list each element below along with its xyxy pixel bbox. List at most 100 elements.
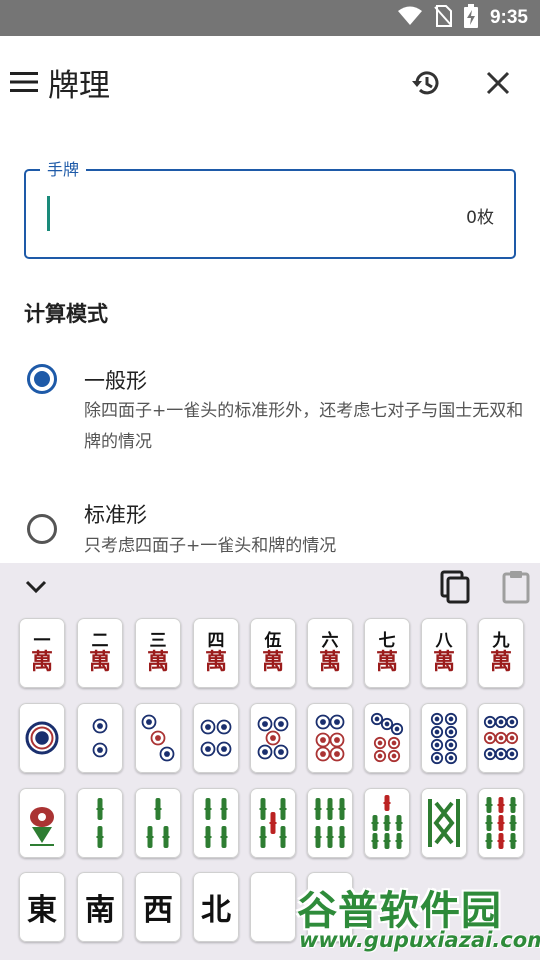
tile-numeral: 四 [207,631,225,651]
circle-suit-icon [25,721,59,755]
paste-button[interactable] [497,569,535,609]
circle-suit-icon [257,716,289,760]
circle-suit-icon [92,718,108,758]
copy-button[interactable] [436,569,474,609]
tile-honor-4[interactable]: 北 [193,872,239,942]
watermark-url: www.gupuxiazai.com [299,928,540,952]
tile-pin-7[interactable] [364,703,410,773]
no-sim-icon [434,5,452,31]
tile-man-1[interactable]: 一萬 [19,618,65,688]
tile-numeral: 六 [321,631,339,651]
tile-numeral: 九 [492,631,510,651]
tile-sou-5[interactable] [250,788,296,858]
tile-pin-4[interactable] [193,703,239,773]
circle-suit-icon [483,715,519,761]
tile-numeral: 伍 [264,631,282,651]
copy-icon [440,570,470,608]
tile-pin-3[interactable] [135,703,181,773]
tile-honor-2[interactable]: 南 [77,872,123,942]
tile-pin-6[interactable] [307,703,353,773]
tile-sou-2[interactable] [77,788,123,858]
status-bar: 9:35 [0,0,540,36]
circle-suit-icon [141,714,175,762]
tile-suit-character: 萬 [146,649,169,675]
tile-sou-6[interactable] [307,788,353,858]
menu-icon [10,71,38,97]
tile-man-7[interactable]: 七萬 [364,618,410,688]
radio-general-form[interactable] [27,364,57,394]
circle-suit-icon [370,712,404,763]
tile-sou-1[interactable] [19,788,65,858]
tile-suit-character: 萬 [375,649,398,675]
tile-wind-character: 西 [143,893,173,928]
tile-pin-8[interactable] [421,703,467,773]
bird-icon [30,807,54,846]
tile-suit-character: 萬 [318,649,341,675]
bamboo-suit-icon [428,799,460,847]
tile-pin-9[interactable] [478,703,524,773]
hand-input-label: 手牌 [40,156,87,180]
radio-standard-form[interactable] [27,514,57,544]
tile-wind-character: 東 [27,893,57,928]
tile-suit-character: 萬 [88,649,111,675]
tile-pin-2[interactable] [77,703,123,773]
chevron-down-icon [25,579,47,598]
tile-man-8[interactable]: 八萬 [421,618,467,688]
clock: 9:35 [489,7,528,28]
bamboo-suit-icon [314,798,346,848]
option-standard-form-description: 只考虑四面子+一雀头和牌的情况 [84,536,337,556]
tile-numeral: 八 [435,631,453,651]
option-general-form-description: 除四面子+一雀头的标准形外，还考虑七对子与国士无双和牌的情况 [84,401,524,452]
history-button[interactable] [406,65,446,105]
tile-wind-character: 北 [201,893,231,928]
bamboo-suit-icon [204,798,228,848]
watermark: 谷普软件园 www.gupuxiazai.com [295,870,540,960]
tile-numeral: 三 [149,631,167,651]
tile-numeral: 二 [91,631,109,651]
tile-pin-1[interactable] [19,703,65,773]
tile-sou-8[interactable] [421,788,467,858]
tile-honor-3[interactable]: 西 [135,872,181,942]
close-icon [486,71,510,99]
tile-suit-character: 萬 [432,649,455,675]
tile-suit-character: 萬 [30,649,53,675]
tile-man-6[interactable]: 六萬 [307,618,353,688]
page-title: 牌理 [48,68,110,104]
text-cursor [47,196,50,231]
tile-numeral: 一 [33,631,51,651]
bamboo-suit-icon [146,798,170,848]
tile-sou-3[interactable] [135,788,181,858]
tile-suit-character: 萬 [204,649,227,675]
circle-suit-icon [315,714,345,762]
tile-pin-5[interactable] [250,703,296,773]
tile-man-9[interactable]: 九萬 [478,618,524,688]
collapse-keyboard-button[interactable] [18,573,54,603]
tile-man-4[interactable]: 四萬 [193,618,239,688]
bamboo-suit-icon [259,798,287,848]
bamboo-suit-icon [96,798,104,848]
tile-numeral: 七 [378,631,396,651]
tile-man-3[interactable]: 三萬 [135,618,181,688]
tile-wind-character: 南 [85,893,115,928]
wifi-icon [397,6,422,30]
option-standard-form-title[interactable]: 标准形 [84,499,147,529]
menu-button[interactable] [6,66,42,102]
tile-sou-7[interactable] [364,788,410,858]
tile-sou-4[interactable] [193,788,239,858]
tile-blank[interactable] [250,872,296,942]
close-button[interactable] [478,65,518,105]
tile-honor-1[interactable]: 東 [19,872,65,942]
tile-suit-character: 萬 [261,649,284,675]
tile-suit-character: 萬 [489,649,512,675]
circle-suit-icon [430,712,458,765]
tile-count: 0枚 [466,208,494,228]
circle-suit-icon [200,719,232,757]
hand-input[interactable] [24,169,516,259]
tile-man-2[interactable]: 二萬 [77,618,123,688]
mode-section-title: 计算模式 [24,302,108,326]
tile-sou-9[interactable] [478,788,524,858]
history-icon [411,68,441,102]
tile-man-5[interactable]: 伍萬 [250,618,296,688]
option-general-form-title[interactable]: 一般形 [84,365,147,395]
battery-charging-icon [463,4,478,32]
